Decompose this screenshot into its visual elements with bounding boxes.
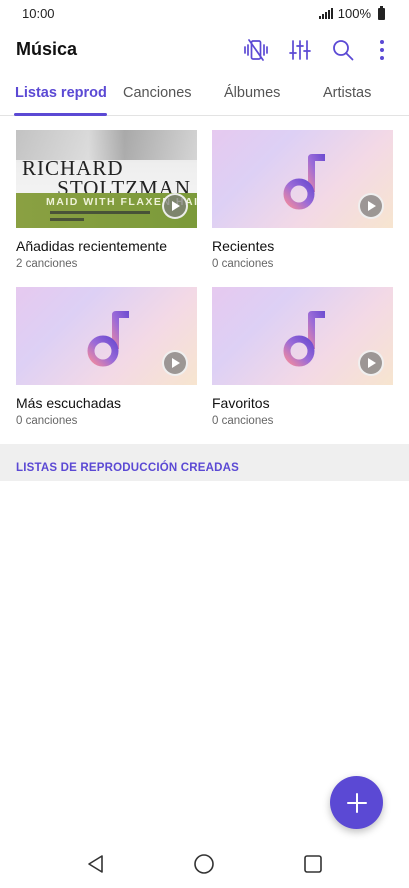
tab-playlists[interactable]: Listas reprodu [15, 85, 107, 101]
music-note-icon [283, 311, 325, 367]
more-options-icon[interactable] [368, 36, 396, 64]
home-icon[interactable] [192, 852, 216, 876]
status-time: 10:00 [22, 6, 55, 21]
play-icon[interactable] [162, 193, 188, 219]
playlist-count: 2 canciones [16, 258, 78, 270]
tab-artists[interactable]: Artistas [323, 85, 371, 101]
status-bar: 10:00 100% [0, 0, 409, 28]
playlist-count: 0 canciones [212, 258, 274, 270]
equalizer-icon[interactable] [286, 36, 314, 64]
battery-icon [378, 5, 385, 20]
tab-songs[interactable]: Canciones [123, 85, 192, 101]
add-icon [346, 792, 367, 813]
app-bar: Música [0, 28, 409, 72]
playlist-count: 0 canciones [212, 415, 274, 427]
playlist-thumbnail [212, 130, 393, 228]
play-icon[interactable] [162, 350, 188, 376]
playlist-card-recents[interactable]: Recientes 0 canciones [212, 130, 393, 270]
status-indicators: 100% [318, 5, 385, 21]
playlist-title: Favoritos [212, 395, 270, 411]
playlist-card-favorites[interactable]: Favoritos 0 canciones [212, 287, 393, 427]
play-icon[interactable] [358, 350, 384, 376]
music-note-icon [283, 154, 325, 210]
search-icon[interactable] [329, 36, 357, 64]
active-tab-indicator [14, 113, 107, 116]
tab-albums[interactable]: Álbumes [224, 85, 280, 101]
app-title: Música [16, 39, 78, 59]
playlist-thumbnail [16, 287, 197, 385]
tab-bar: Listas reprodu Canciones Álbumes Artista… [0, 76, 409, 116]
recent-apps-icon[interactable] [301, 852, 325, 876]
section-label: LISTAS DE REPRODUCCIÓN CREADAS [16, 462, 240, 474]
vibration-mode-icon[interactable] [242, 36, 270, 64]
created-playlists-header: LISTAS DE REPRODUCCIÓN CREADAS [0, 444, 409, 481]
playlist-title: Añadidas recientemente [16, 238, 167, 254]
back-icon[interactable] [84, 852, 108, 876]
playlist-title: Recientes [212, 238, 275, 254]
playlist-thumbnail [212, 287, 393, 385]
signal-icon [318, 8, 333, 19]
playlist-card-most-played[interactable]: Más escuchadas 0 canciones [16, 287, 197, 427]
playlist-title: Más escuchadas [16, 395, 122, 411]
add-playlist-button[interactable] [330, 776, 383, 829]
play-icon[interactable] [358, 193, 384, 219]
battery-text: 100% [337, 6, 371, 21]
playlist-count: 0 canciones [16, 415, 78, 427]
playlist-card-recently-added[interactable]: RICHARD STOLTZMAN MAID WITH FLAXEN HAIR … [16, 130, 197, 270]
music-note-icon [87, 311, 129, 367]
album-art-thumbnail: RICHARD STOLTZMAN MAID WITH FLAXEN HAIR [16, 130, 197, 228]
navigation-bar [0, 840, 409, 888]
